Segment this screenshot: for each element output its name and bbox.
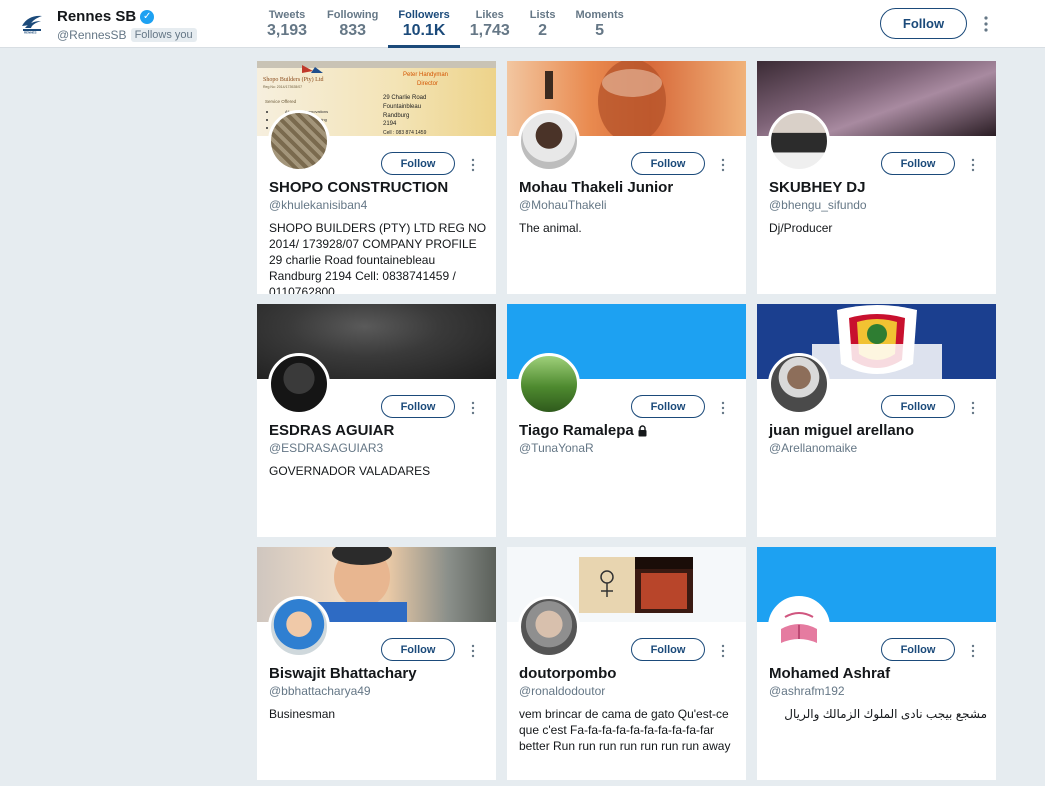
user-avatar[interactable] — [768, 353, 830, 415]
user-handle: @bhengu_sifundo — [769, 198, 867, 212]
user-card[interactable]: Follow SKUBHEY DJ @bhengu_sifundo Dj/Pro… — [757, 61, 996, 294]
user-avatar[interactable] — [518, 353, 580, 415]
user-avatar[interactable] — [268, 110, 330, 172]
svg-text:2194: 2194 — [383, 121, 397, 127]
follow-button[interactable]: Follow — [881, 395, 955, 418]
stat-likes[interactable]: Likes 1,743 — [460, 0, 520, 48]
verified-badge-icon: ✓ — [140, 9, 155, 24]
follow-button[interactable]: Follow — [381, 638, 455, 661]
svg-text:Peter Handyman: Peter Handyman — [403, 72, 448, 78]
user-name[interactable]: Biswajit Bhattachary — [269, 665, 417, 682]
user-name[interactable]: Mohamed Ashraf — [769, 665, 890, 682]
stat-tweets[interactable]: Tweets 3,193 — [257, 0, 317, 48]
user-name[interactable]: Mohau Thakeli Junior — [519, 179, 673, 196]
follow-button[interactable]: Follow — [381, 395, 455, 418]
more-vertical-icon[interactable] — [720, 158, 726, 172]
user-card[interactable]: Follow juan miguel arellano @Arellanomai… — [757, 304, 996, 537]
more-vertical-icon[interactable] — [470, 158, 476, 172]
follow-account-button[interactable]: Follow — [880, 8, 967, 39]
user-card[interactable]: Shopo Builders (Pty) Ltd Reg No: 2014/17… — [257, 61, 496, 294]
stat-following[interactable]: Following 833 — [317, 0, 388, 48]
user-handle: @bbhattacharya49 — [269, 684, 371, 698]
user-handle: @ronaldodoutor — [519, 684, 606, 698]
account-name[interactable]: Rennes SB ✓ — [57, 8, 155, 25]
more-vertical-icon[interactable] — [979, 14, 993, 34]
user-bio: Dj/Producer — [769, 221, 833, 235]
user-bio: The animal. — [519, 221, 582, 235]
more-vertical-icon[interactable] — [970, 644, 976, 658]
user-name[interactable]: Tiago Ramalepa — [519, 422, 648, 439]
rennes-logo-icon[interactable]: RENNES — [20, 12, 44, 34]
user-handle: @khulekanisiban4 — [269, 198, 368, 212]
svg-text:Shopo Builders (Pty) Ltd: Shopo Builders (Pty) Ltd — [263, 76, 324, 83]
more-vertical-icon[interactable] — [720, 644, 726, 658]
user-name[interactable]: SKUBHEY DJ — [769, 179, 865, 196]
user-card[interactable]: Follow doutorpombo @ronaldodoutor vem br… — [507, 547, 746, 780]
user-name[interactable]: doutorpombo — [519, 665, 616, 682]
svg-text:Director: Director — [417, 81, 438, 87]
profile-stats: Tweets 3,193 Following 833 Followers 10.1K … — [257, 0, 634, 48]
user-card[interactable]: Follow Mohamed Ashraf @ashrafm192 مشجع ب… — [757, 547, 996, 780]
svg-text:Fountainbleau: Fountainbleau — [383, 104, 421, 110]
follow-button[interactable]: Follow — [631, 638, 705, 661]
profile-nav-bar: RENNES Rennes SB ✓ @RennesSB Follows you… — [0, 0, 1045, 48]
user-name[interactable]: juan miguel arellano — [769, 422, 914, 439]
user-bio: vem brincar de cama de gato Qu'est-ce qu… — [519, 707, 731, 753]
user-handle: @ESDRASAGUIAR3 — [269, 441, 384, 455]
user-avatar[interactable] — [768, 596, 830, 658]
user-handle: @TunaYonaR — [519, 441, 594, 455]
user-handle: @ashrafm192 — [769, 684, 845, 698]
stat-moments[interactable]: Moments 5 — [565, 0, 633, 48]
user-card[interactable]: Follow Biswajit Bhattachary @bbhattachar… — [257, 547, 496, 780]
user-avatar[interactable] — [518, 110, 580, 172]
user-avatar[interactable] — [768, 110, 830, 172]
user-bio: GOVERNADOR VALADARES — [269, 464, 431, 478]
svg-text:29 Charlie Road: 29 Charlie Road — [383, 95, 426, 101]
account-handle: @RennesSB Follows you — [57, 28, 197, 42]
user-name[interactable]: ESDRAS AGUIAR — [269, 422, 394, 439]
follow-button[interactable]: Follow — [881, 638, 955, 661]
more-vertical-icon[interactable] — [470, 401, 476, 415]
svg-text:RENNES: RENNES — [24, 31, 37, 35]
user-handle: @MohauThakeli — [519, 198, 607, 212]
user-avatar[interactable] — [268, 353, 330, 415]
protected-lock-icon — [638, 424, 647, 436]
svg-text:Service Offered: Service Offered — [265, 99, 297, 104]
follows-you-badge: Follows you — [130, 28, 197, 42]
follow-button[interactable]: Follow — [881, 152, 955, 175]
user-card[interactable]: Follow Mohau Thakeli Junior @MohauThakel… — [507, 61, 746, 294]
quran-book-image — [781, 612, 817, 643]
more-vertical-icon[interactable] — [470, 644, 476, 658]
follow-button[interactable]: Follow — [631, 152, 705, 175]
user-bio: SHOPO BUILDERS (PTY) LTD REG NO 2014/ 17… — [269, 221, 487, 294]
user-card[interactable]: Follow Tiago Ramalepa @TunaYonaR — [507, 304, 746, 537]
user-card[interactable]: Follow ESDRAS AGUIAR @ESDRASAGUIAR3 GOVE… — [257, 304, 496, 537]
user-bio: Businesman — [269, 707, 336, 721]
more-vertical-icon[interactable] — [970, 401, 976, 415]
follow-button[interactable]: Follow — [381, 152, 455, 175]
more-vertical-icon[interactable] — [970, 158, 976, 172]
stat-followers[interactable]: Followers 10.1K — [388, 0, 461, 48]
user-bio: مشجع بيجب نادى الملوك الزمالك والريال — [784, 707, 987, 721]
svg-text:Randburg: Randburg — [383, 113, 409, 119]
follow-button[interactable]: Follow — [631, 395, 705, 418]
user-handle: @Arellanomaike — [769, 441, 858, 455]
svg-text:Reg No: 2014/173928/07: Reg No: 2014/173928/07 — [263, 85, 302, 89]
user-avatar[interactable] — [518, 596, 580, 658]
svg-text:Cell : 083 874 1459: Cell : 083 874 1459 — [383, 130, 427, 136]
user-avatar[interactable] — [268, 596, 330, 658]
user-name[interactable]: SHOPO CONSTRUCTION — [269, 179, 448, 196]
stat-lists[interactable]: Lists 2 — [520, 0, 566, 48]
more-vertical-icon[interactable] — [720, 401, 726, 415]
